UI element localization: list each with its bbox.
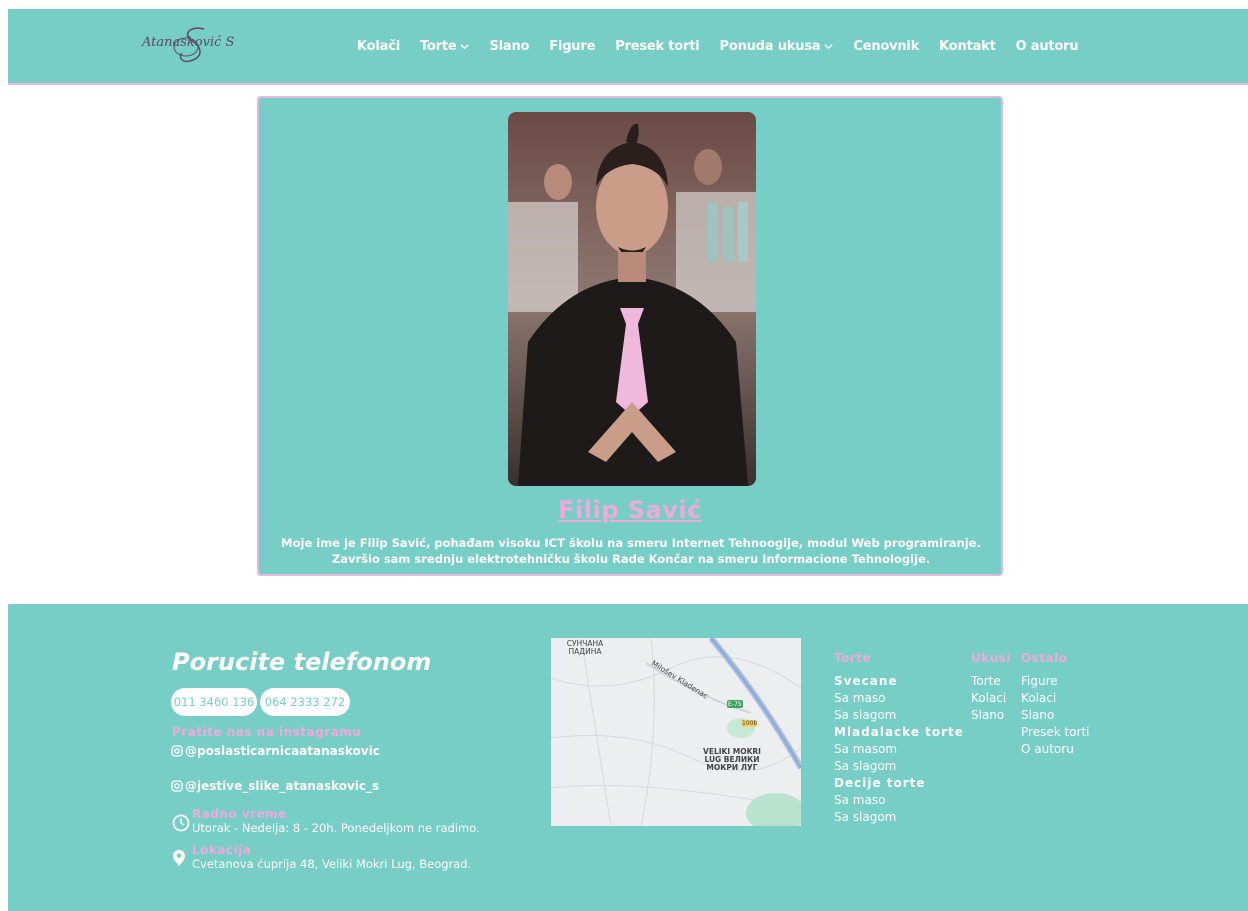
footer-link[interactable]: Kolaci — [1021, 690, 1090, 707]
nav-label: Torte — [419, 38, 457, 54]
nav-item-kontakt[interactable]: Kontakt — [939, 38, 996, 54]
nav-item-presek-torti[interactable]: Presek torti — [615, 38, 700, 54]
nav-label: O autoru — [1015, 38, 1079, 54]
nav-item-kolaci[interactable]: Kolači — [357, 39, 400, 54]
author-portrait-image — [508, 112, 756, 486]
nav-item-figure[interactable]: Figure — [549, 39, 595, 54]
main-nav: Kolači Torte Slano Figure Presek torti P… — [357, 9, 1098, 83]
nav-label: Kontakt — [939, 38, 996, 54]
map-roads-image — [551, 638, 801, 826]
nav-label: Figure — [549, 38, 596, 54]
order-title: Porucite telefonom — [172, 648, 432, 676]
phone-button-2[interactable]: 064 2333 272 — [260, 688, 350, 716]
footer-link[interactable]: Sa slagom — [834, 809, 964, 826]
group-title[interactable]: Svecane — [834, 673, 964, 690]
working-hours: Radno vreme Utorak - Nedelja: 8 - 20h. P… — [172, 807, 480, 836]
author-card: Filip Savić Moje ime je Filip Savić, poh… — [257, 96, 1003, 576]
footer-link[interactable]: Sa slagom — [834, 707, 964, 724]
location-map[interactable]: СУНЧАНА ПАДИНА Milošev Kladenac VELIKI M… — [551, 638, 801, 826]
nav-label: Slano — [489, 38, 530, 54]
footer-column-torte: Torte Svecane Sa maso Sa slagom Mladalac… — [834, 650, 964, 826]
nav-item-slano[interactable]: Slano — [489, 39, 529, 54]
map-road-badge: E-75 — [728, 701, 742, 708]
chevron-down-icon — [824, 43, 833, 49]
nav-label: Kolači — [357, 38, 400, 54]
map-label-suncana-padina: СУНЧАНА ПАДИНА — [566, 639, 604, 656]
instagram-handle: @poslasticarnicaatanaskovic — [185, 744, 380, 758]
footer-link[interactable]: Sa slagom — [834, 758, 964, 775]
column-heading: Ostalo — [1021, 651, 1068, 665]
footer-link[interactable]: Torte — [971, 673, 1011, 690]
instagram-link-1[interactable]: @poslasticarnicaatanaskovic — [171, 744, 380, 758]
location-text: Cvetanova ćuprija 48, Veliki Mokri Lug, … — [192, 857, 472, 871]
instagram-icon — [171, 780, 183, 792]
site-logo[interactable]: Atanasković S — [142, 23, 242, 67]
nav-item-torte[interactable]: Torte — [420, 39, 470, 54]
map-label-veliki-mokri-lug: VELIKI MOKRI LUG ВЕЛИКИ МОКРИ ЛУГ — [703, 747, 761, 772]
footer-link[interactable]: O autoru — [1021, 741, 1090, 758]
group-title[interactable]: Decije torte — [834, 775, 964, 792]
footer-link[interactable]: Presek torti — [1021, 724, 1090, 741]
instagram-link-2[interactable]: @jestive_slike_atanaskovic_s — [171, 779, 379, 793]
location: Lokacija Cvetanova ćuprija 48, Veliki Mo… — [172, 843, 471, 872]
group-title[interactable]: Mladalacke torte — [834, 724, 964, 741]
author-photo — [508, 112, 756, 486]
footer-link[interactable]: Figure — [1021, 673, 1090, 690]
footer-link[interactable]: Sa maso — [834, 690, 964, 707]
instagram-heading: Pratite nas na instagramu — [172, 725, 362, 739]
instagram-icon — [171, 745, 183, 757]
footer-link[interactable]: Slano — [971, 707, 1011, 724]
footer-link[interactable]: Sa maso — [834, 792, 964, 809]
logo-text: Atanasković S — [142, 35, 235, 50]
nav-item-cenovnik[interactable]: Cenovnik — [853, 39, 919, 54]
nav-item-ponuda-ukusa[interactable]: Ponuda ukusa — [720, 39, 834, 54]
author-bio: Moje ime je Filip Savić, pohađam visoku … — [281, 536, 981, 566]
nav-label: Cenovnik — [853, 38, 920, 54]
nav-label: Ponuda ukusa — [719, 38, 821, 54]
site-header: Atanasković S Kolači Torte Slano Figure … — [8, 9, 1248, 85]
hours-text: Utorak - Nedelja: 8 - 20h. Ponedeljkom n… — [192, 821, 480, 835]
column-heading: Ukusi — [971, 651, 1012, 665]
footer-column-ukusi: Ukusi Torte Kolaci Slano — [971, 650, 1011, 724]
footer-link[interactable]: Sa masom — [834, 741, 964, 758]
location-heading: Lokacija — [192, 843, 252, 857]
footer-link[interactable]: Slano — [1021, 707, 1090, 724]
nav-item-o-autoru[interactable]: O autoru — [1016, 39, 1079, 54]
location-pin-icon — [173, 850, 185, 866]
phone-button-1[interactable]: 011 3460 136 — [171, 688, 257, 716]
site-footer: Porucite telefonom 011 3460 136 064 2333… — [8, 604, 1248, 911]
chevron-down-icon — [460, 43, 470, 49]
hours-heading: Radno vreme — [192, 807, 287, 821]
nav-label: Presek torti — [615, 38, 700, 54]
footer-link[interactable]: Kolaci — [971, 690, 1011, 707]
clock-icon — [172, 814, 190, 832]
map-road-badge: 100b — [742, 720, 758, 727]
footer-column-ostalo: Ostalo Figure Kolaci Slano Presek torti … — [1021, 650, 1090, 758]
author-name[interactable]: Filip Savić — [259, 496, 1001, 524]
instagram-handle: @jestive_slike_atanaskovic_s — [185, 779, 380, 793]
column-heading: Torte — [834, 651, 872, 665]
